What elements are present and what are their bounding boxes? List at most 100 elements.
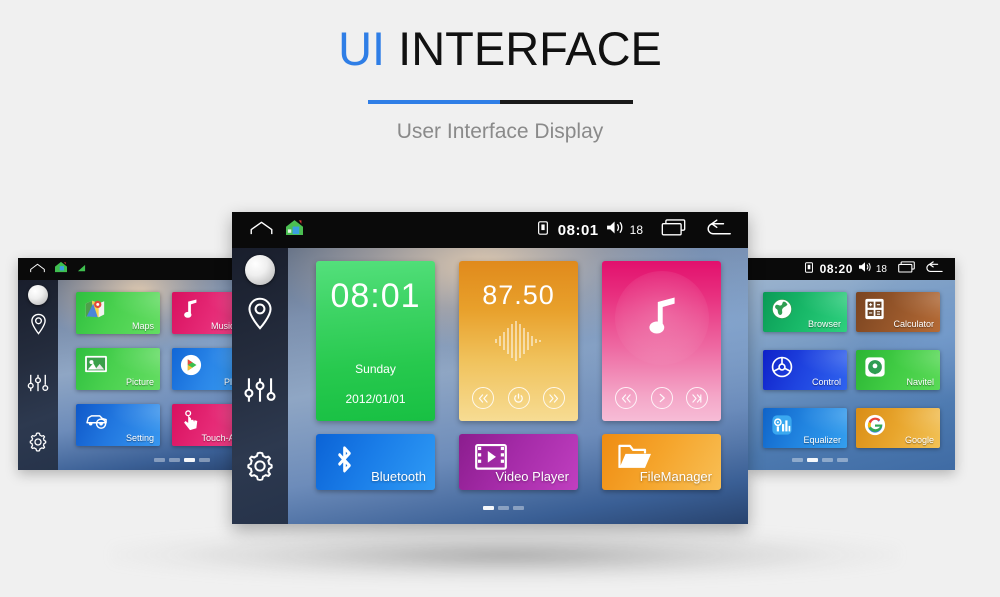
app-tile-maps[interactable]: Maps: [76, 292, 160, 334]
house-color-icon[interactable]: [285, 219, 304, 241]
touch-hand-icon: [180, 410, 200, 432]
home-arch-icon[interactable]: [30, 260, 45, 278]
radio-next-button[interactable]: [542, 387, 565, 409]
page-dot[interactable]: [837, 458, 848, 462]
app-tile-navitel[interactable]: Navitel: [856, 350, 940, 390]
page-dot[interactable]: [199, 458, 210, 462]
location-pin-icon[interactable]: [30, 313, 47, 335]
music-play-button[interactable]: [650, 387, 673, 409]
right-screen: Browser Calculator Control Navitel Equal…: [748, 280, 955, 470]
app-tile-control[interactable]: Control: [763, 350, 847, 390]
back-arrow-icon[interactable]: [706, 219, 732, 241]
page-dot-active[interactable]: [184, 458, 195, 462]
steering-wheel-icon: [771, 356, 793, 378]
page-dot[interactable]: [154, 458, 165, 462]
divider-left-segment: [367, 100, 500, 104]
tile-file-manager[interactable]: FileManager: [602, 434, 721, 490]
radio-frequency: 87.50: [482, 280, 555, 310]
clock-time: 08:01: [330, 277, 421, 315]
home-arch-icon[interactable]: [250, 221, 273, 240]
app-tile-calculator[interactable]: Calculator: [856, 292, 940, 332]
maps-icon: [84, 298, 106, 320]
radio-prev-button[interactable]: [472, 387, 495, 409]
page-dot[interactable]: [498, 506, 509, 510]
play-store-icon: [180, 354, 202, 376]
sd-card-icon: [537, 220, 548, 240]
music-note-icon: [645, 295, 679, 342]
gear-icon[interactable]: [244, 450, 276, 482]
page-subtitle: User Interface Display: [396, 120, 604, 143]
page-title: UI INTERFACE: [0, 0, 1000, 78]
device-floor-shadow: [110, 527, 900, 583]
signal-icon: [77, 260, 86, 278]
left-device: Maps Music Pla Picture Setting Touch-Ass…: [18, 258, 266, 470]
app-label: Setting: [125, 433, 154, 443]
equalizer-icon: [771, 414, 793, 436]
center-device: 08:01 18 08:01 Sunday 2012/01/01 87.50 B…: [232, 212, 748, 524]
radio-power-button[interactable]: [507, 387, 530, 409]
back-arrow-icon[interactable]: [926, 260, 943, 278]
tile-label: FileManager: [639, 469, 712, 484]
music-note-icon: [180, 298, 200, 320]
left-sidebar: [18, 280, 58, 470]
center-sidebar: [232, 248, 288, 524]
right-statusbar-right: 08:20 18: [804, 260, 955, 278]
page-dot[interactable]: [822, 458, 833, 462]
globe-icon: [771, 298, 793, 320]
app-label: Google: [904, 435, 934, 445]
radio-controls: [459, 387, 578, 409]
center-knob-button[interactable]: [245, 255, 275, 285]
recents-icon[interactable]: [661, 219, 686, 241]
sd-card-icon: [804, 260, 813, 278]
app-tile-browser[interactable]: Browser: [763, 292, 847, 332]
widget-radio[interactable]: 87.50: [459, 261, 578, 421]
center-page-dots: [483, 506, 524, 510]
google-g-icon: [864, 414, 886, 436]
left-page-dots: [154, 458, 210, 462]
volume-level: 18: [629, 223, 643, 237]
sliders-icon[interactable]: [244, 376, 276, 404]
tile-label: Bluetooth: [371, 469, 426, 484]
sliders-icon[interactable]: [27, 373, 49, 393]
page-dot[interactable]: [513, 506, 524, 510]
app-tile-google[interactable]: Google: [856, 408, 940, 448]
app-label: Picture: [125, 377, 154, 387]
left-screen: Maps Music Pla Picture Setting Touch-Ass…: [18, 280, 266, 470]
divider-right-segment: [500, 100, 633, 104]
tile-video-player[interactable]: Video Player: [459, 434, 578, 490]
left-knob-button[interactable]: [28, 285, 48, 305]
music-controls: [602, 387, 721, 409]
recents-icon[interactable]: [898, 260, 915, 278]
car-setting-icon: [84, 410, 110, 430]
volume-icon[interactable]: [606, 220, 625, 240]
tile-bluetooth[interactable]: Bluetooth: [316, 434, 435, 490]
right-page-dots: [792, 458, 848, 462]
radio-waveform-icon: [494, 321, 541, 361]
app-label: Control: [811, 377, 841, 387]
location-pin-icon[interactable]: [247, 297, 273, 330]
page-dot[interactable]: [792, 458, 803, 462]
page-root: UI INTERFACE User Interface Display Maps…: [0, 0, 1000, 597]
app-tile-setting[interactable]: Setting: [76, 404, 160, 446]
music-prev-button[interactable]: [615, 387, 638, 409]
clock-weekday: Sunday: [355, 362, 396, 376]
house-color-icon[interactable]: [54, 260, 68, 278]
app-tile-picture[interactable]: Picture: [76, 348, 160, 390]
app-label: Browser: [807, 319, 841, 329]
clock-date: 2012/01/01: [345, 392, 406, 406]
page-dot-active[interactable]: [807, 458, 818, 462]
widget-clock[interactable]: 08:01 Sunday 2012/01/01: [316, 261, 435, 421]
tile-label: Video Player: [495, 469, 569, 484]
bluetooth-icon: [332, 439, 357, 478]
gear-icon[interactable]: [27, 431, 49, 453]
music-note-circle: [614, 271, 709, 365]
left-statusbar-left: [18, 260, 86, 278]
volume-icon[interactable]: [858, 260, 872, 278]
right-device: 08:20 18 Browser Calculator Control Navi…: [748, 258, 955, 470]
music-next-button[interactable]: [685, 387, 708, 409]
app-tile-equalizer[interactable]: Equalizer: [763, 408, 847, 448]
page-dot[interactable]: [169, 458, 180, 462]
center-statusbar: 08:01 18: [232, 212, 748, 248]
page-dot-active[interactable]: [483, 506, 494, 510]
widget-music[interactable]: [602, 261, 721, 421]
